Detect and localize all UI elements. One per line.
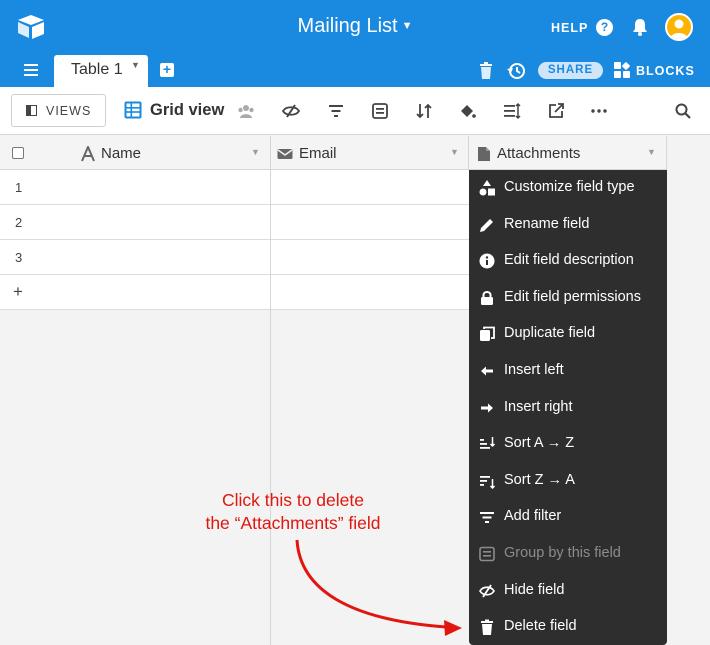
menu-item-label: Sort Z → A — [504, 472, 575, 488]
menu-item-label: Edit field permissions — [504, 289, 641, 305]
column-header-name[interactable]: Name — [101, 145, 141, 162]
menu-item-label: Group by this field — [504, 545, 621, 561]
history-icon[interactable] — [507, 61, 526, 80]
arrow-left-icon — [481, 366, 493, 376]
menu-item-label: Customize field type — [504, 179, 635, 195]
chevron-down-icon: ▼ — [401, 20, 413, 32]
views-label: VIEWS — [46, 104, 92, 118]
menu-item-sort-z-a[interactable]: Sort Z → A — [469, 463, 667, 499]
menu-item-label: Edit field description — [504, 252, 634, 268]
bell-icon[interactable] — [631, 17, 649, 37]
menu-item-label: Sort A → Z — [504, 435, 575, 451]
share-button[interactable]: SHARE — [538, 62, 603, 79]
grid-header-row: Name ▼ Email ▼ Attachments ▼ — [0, 136, 667, 170]
menu-item-label: Duplicate field — [504, 325, 596, 341]
menu-item-customize-field-type[interactable]: Customize field type — [469, 170, 667, 206]
menu-item-label: Insert right — [504, 399, 573, 415]
info-icon — [479, 253, 495, 269]
menu-item-edit-field-permissions[interactable]: Edit field permissions — [469, 280, 667, 316]
shapes-icon — [479, 180, 495, 196]
filter-icon[interactable] — [327, 102, 345, 120]
share-view-icon[interactable] — [547, 102, 565, 120]
avatar[interactable] — [665, 13, 693, 41]
row-number: 2 — [15, 215, 23, 230]
row-number: 1 — [15, 180, 23, 195]
blocks-icon[interactable] — [614, 62, 631, 79]
base-title-text: Mailing List — [297, 15, 398, 37]
menu-item-label: Insert left — [504, 362, 564, 378]
field-context-menu: Customize field type Rename field Edit f… — [469, 170, 667, 645]
table-row[interactable]: 3 — [0, 240, 469, 275]
view-toolbar: VIEWS Grid view — [0, 87, 710, 135]
select-all-checkbox[interactable] — [12, 147, 24, 159]
row-height-icon[interactable] — [503, 102, 521, 120]
menu-item-sort-a-z[interactable]: Sort A → Z — [469, 426, 667, 462]
sort-icon[interactable] — [415, 102, 433, 120]
tab-table-1[interactable]: Table 1 ▼ — [54, 55, 148, 87]
row-number: 3 — [15, 250, 23, 265]
app-header: Mailing List▼ HELP ? Table 1 ▼ + SHARE — [0, 0, 710, 87]
arrow-right-icon — [481, 403, 493, 413]
table-row[interactable]: 1 — [0, 170, 469, 205]
menu-item-label: Hide field — [504, 582, 565, 598]
filter-icon — [480, 512, 494, 523]
view-name[interactable]: Grid view — [150, 101, 224, 120]
hide-icon — [479, 584, 495, 598]
menu-item-delete-field[interactable]: Delete field — [469, 609, 667, 645]
text-field-icon — [81, 146, 95, 162]
menu-item-insert-left[interactable]: Insert left — [469, 353, 667, 389]
group-icon — [479, 546, 495, 562]
column-divider — [270, 170, 271, 645]
help-icon[interactable]: ? — [596, 19, 613, 36]
more-icon[interactable] — [590, 102, 608, 120]
search-icon[interactable] — [674, 102, 692, 120]
column-divider — [468, 136, 469, 170]
attachment-field-icon — [478, 147, 490, 161]
collaborators-icon[interactable] — [237, 102, 255, 120]
menu-item-rename-field[interactable]: Rename field — [469, 207, 667, 243]
menu-item-label: Rename field — [504, 216, 590, 232]
sort-desc-icon — [480, 476, 495, 489]
menu-item-edit-field-description[interactable]: Edit field description — [469, 243, 667, 279]
tab-label: Table 1 — [71, 61, 123, 78]
chevron-down-icon[interactable]: ▼ — [131, 60, 140, 70]
menu-item-duplicate-field[interactable]: Duplicate field — [469, 316, 667, 352]
trash-icon — [481, 619, 493, 635]
trash-icon[interactable] — [479, 62, 493, 79]
annotation-text: Click this to delete the “Attachments” f… — [180, 489, 406, 535]
group-icon[interactable] — [371, 102, 389, 120]
annotation-line-2: the “Attachments” field — [205, 513, 381, 533]
color-icon[interactable] — [458, 102, 476, 120]
chevron-down-icon[interactable]: ▼ — [450, 147, 459, 157]
email-field-icon — [277, 149, 293, 159]
column-divider — [666, 136, 667, 170]
column-header-email[interactable]: Email — [299, 145, 337, 162]
menu-item-label: Delete field — [504, 618, 577, 634]
menu-item-group-by-this-field: Group by this field — [469, 536, 667, 572]
chevron-down-icon[interactable]: ▼ — [251, 147, 260, 157]
menu-item-insert-right[interactable]: Insert right — [469, 390, 667, 426]
menu-item-label: Add filter — [504, 508, 562, 524]
duplicate-icon — [480, 326, 495, 341]
add-table-button[interactable]: + — [160, 62, 174, 77]
sidebar-toggle-icon — [26, 105, 37, 116]
annotation-line-1: Click this to delete — [221, 490, 364, 510]
add-row-button[interactable]: + — [0, 275, 469, 310]
pencil-icon — [480, 219, 493, 232]
hamburger-menu-icon[interactable] — [24, 64, 38, 76]
menu-item-hide-field[interactable]: Hide field — [469, 573, 667, 609]
chevron-down-icon[interactable]: ▼ — [647, 147, 656, 157]
hide-fields-icon[interactable] — [282, 102, 300, 120]
plus-icon: + — [13, 282, 23, 301]
table-row[interactable]: 2 — [0, 205, 469, 240]
column-header-attachments[interactable]: Attachments — [497, 145, 580, 162]
help-label[interactable]: HELP — [551, 21, 588, 35]
blocks-label[interactable]: BLOCKS — [636, 64, 695, 78]
views-button[interactable]: VIEWS — [11, 94, 106, 127]
grid-view-icon[interactable] — [124, 101, 142, 119]
lock-icon — [481, 291, 493, 305]
sort-asc-icon — [480, 437, 495, 449]
menu-item-add-filter[interactable]: Add filter — [469, 499, 667, 535]
